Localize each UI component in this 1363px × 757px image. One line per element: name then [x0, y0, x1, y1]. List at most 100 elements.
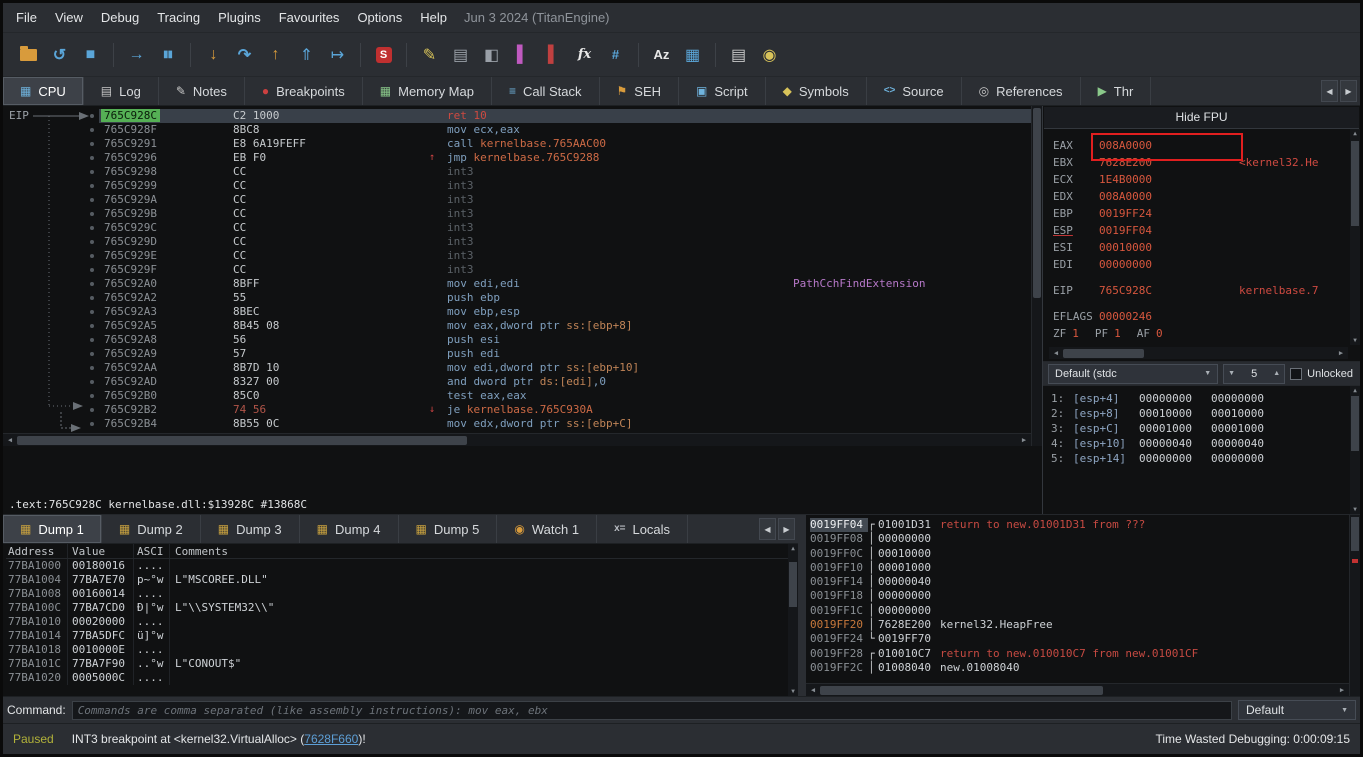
disasm-row[interactable]: 765C929FCCint3	[3, 263, 1042, 277]
scroll-thumb[interactable]	[1033, 108, 1041, 298]
modules-icon[interactable]: ▦	[679, 41, 706, 68]
disasm-vertical-scrollbar[interactable]	[1031, 106, 1042, 446]
menu-item-debug[interactable]: Debug	[92, 3, 148, 32]
dump-row[interactable]: 77BA100C77BA7CD0Đ|°wL"\\SYSTEM32\\"	[6, 601, 798, 615]
menu-item-help[interactable]: Help	[411, 3, 456, 32]
disasm-row[interactable]: 765C929BCCint3	[3, 207, 1042, 221]
clear-highlight-icon[interactable]: ▌	[540, 41, 567, 68]
execute-till-return-icon[interactable]: ↑	[262, 41, 289, 68]
menu-item-favourites[interactable]: Favourites	[270, 3, 349, 32]
menu-item-file[interactable]: File	[7, 3, 46, 32]
strings-icon[interactable]: Az	[648, 41, 675, 68]
disasm-row[interactable]: 765C92B48B55 0Cmov edx,dword ptr ss:[ebp…	[3, 417, 1042, 431]
stack-row[interactable]: 0019FF28┌010010C7return to new.010010C7 …	[810, 647, 1348, 661]
breakpoint-dot-icon[interactable]	[90, 128, 94, 132]
command-profile-dropdown[interactable]: Default ▼	[1238, 700, 1356, 720]
stack-row[interactable]: 0019FF04┌01001D31return to new.01001D31 …	[810, 518, 1348, 532]
menu-item-options[interactable]: Options	[348, 3, 411, 32]
scroll-thumb[interactable]	[1063, 349, 1144, 358]
dump-row[interactable]: 77BA100477BA7E70p~°wL"MSCOREE.DLL"	[6, 573, 798, 587]
disasm-row[interactable]: 765C92B085C0test eax,eax	[3, 389, 1042, 403]
scroll-thumb[interactable]	[789, 562, 797, 607]
calling-convention-dropdown[interactable]: Default (stdc ▼	[1048, 364, 1218, 384]
dump-row[interactable]: 77BA101C77BA7F90..°wL"CONOUT$"	[6, 657, 798, 671]
tab-symbols[interactable]: ◆Symbols	[766, 77, 867, 105]
register-row-ebx[interactable]: EBX7628E200<kernel32.He	[1053, 154, 1348, 171]
breakpoint-address-link[interactable]: 7628F660	[304, 732, 358, 746]
tab-references[interactable]: ◎References	[962, 77, 1081, 105]
breakpoint-dot-icon[interactable]	[90, 394, 94, 398]
scroll-thumb[interactable]	[17, 436, 467, 445]
stack-vertical-scrollbar[interactable]	[1349, 515, 1360, 696]
tab-breakpoints[interactable]: ●Breakpoints	[245, 77, 363, 105]
breakpoint-dot-icon[interactable]	[90, 198, 94, 202]
memory-regions-icon[interactable]: ◧	[478, 41, 505, 68]
menu-item-plugins[interactable]: Plugins	[209, 3, 270, 32]
register-row-esi[interactable]: ESI00010000	[1053, 239, 1348, 256]
tab-call-stack[interactable]: ≡Call Stack	[492, 77, 600, 105]
handles-icon[interactable]: ▤	[725, 41, 752, 68]
stack-row[interactable]: 0019FF2C│01008040new.01008040	[810, 661, 1348, 675]
disasm-row[interactable]: 765C92A957push edi	[3, 347, 1042, 361]
dump-row[interactable]: 77BA100000180016....	[6, 559, 798, 573]
stack-row[interactable]: 0019FF24└0019FF70	[810, 632, 1348, 646]
breakpoint-dot-icon[interactable]	[90, 142, 94, 146]
step-over-icon[interactable]: ↷	[231, 41, 258, 68]
register-row-edx[interactable]: EDX008A0000	[1053, 188, 1348, 205]
dump-row[interactable]: 77BA101477BA5DFCü]°w	[6, 629, 798, 643]
stack-row[interactable]: 0019FF0C│00010000	[810, 547, 1348, 561]
tab-seh[interactable]: ⚑SEH	[600, 77, 680, 105]
assemble-icon[interactable]: ✎	[416, 41, 443, 68]
register-row-eax[interactable]: EAX008A0000	[1053, 137, 1348, 154]
menu-item-tracing[interactable]: Tracing	[148, 3, 209, 32]
step-into-icon[interactable]: ↓	[200, 41, 227, 68]
tab-threads[interactable]: ▶Thr	[1081, 77, 1152, 105]
disasm-row[interactable]: 765C92A255push ebp	[3, 291, 1042, 305]
register-row-ebp[interactable]: EBP0019FF24	[1053, 205, 1348, 222]
breakpoint-dot-icon[interactable]	[90, 352, 94, 356]
register-row-ecx[interactable]: ECX1E4B0000	[1053, 171, 1348, 188]
disasm-row[interactable]: 765C92A08BFFmov edi,ediPathCchFindExtens…	[3, 277, 1042, 291]
breakpoint-dot-icon[interactable]	[90, 184, 94, 188]
scroll-left-icon[interactable]: ◀	[1049, 349, 1063, 357]
scroll-track[interactable]	[17, 435, 1017, 446]
disasm-row[interactable]: 765C929ECCint3	[3, 249, 1042, 263]
tab-script[interactable]: ▣Script	[679, 77, 766, 105]
open-file-icon[interactable]	[15, 41, 42, 68]
disasm-row[interactable]: 765C9291E8 6A19FEFFcall kernelbase.765AA…	[3, 137, 1042, 151]
dump-row[interactable]: 77BA101000020000....	[6, 615, 798, 629]
highlight-mode-icon[interactable]: ▌	[509, 41, 536, 68]
disasm-row[interactable]: 765C928F8BC8mov ecx,eax	[3, 123, 1042, 137]
breakpoint-dot-icon[interactable]	[90, 422, 94, 426]
pause-icon[interactable]: ▮▮	[154, 41, 181, 68]
tab-dump-4[interactable]: ▦Dump 4	[300, 515, 399, 543]
dump-tab-scroll-left-button[interactable]: ◀	[759, 518, 776, 540]
tab-watch-1[interactable]: ◉Watch 1	[497, 515, 597, 543]
breakpoint-dot-icon[interactable]	[90, 254, 94, 258]
dump-stack-splitter[interactable]	[798, 515, 806, 696]
scroll-thumb[interactable]	[820, 686, 1103, 695]
argument-row[interactable]: 4:[esp+10]0000004000000040	[1051, 436, 1348, 451]
breakpoint-dot-icon[interactable]	[90, 226, 94, 230]
tab-notes[interactable]: ✎Notes	[159, 77, 245, 105]
breakpoint-dot-icon[interactable]	[90, 268, 94, 272]
tab-log[interactable]: ▤Log	[84, 77, 159, 105]
registers-vertical-scrollbar[interactable]	[1350, 129, 1360, 345]
tab-locals[interactable]: x=Locals	[597, 515, 688, 543]
disasm-row[interactable]: 765C9298CCint3	[3, 165, 1042, 179]
scroll-left-icon[interactable]: ◀	[3, 436, 17, 444]
registers-horizontal-scrollbar[interactable]: ◀ ▶	[1049, 347, 1348, 359]
breakpoint-dot-icon[interactable]	[90, 240, 94, 244]
stack-row[interactable]: 0019FF08│00000000	[810, 532, 1348, 546]
register-row-esp[interactable]: ESP0019FF04	[1053, 222, 1348, 239]
breakpoint-dot-icon[interactable]	[90, 380, 94, 384]
tab-cpu[interactable]: ▦CPU	[3, 77, 84, 105]
argument-row[interactable]: 3:[esp+C]0000100000001000	[1051, 421, 1348, 436]
argument-row[interactable]: 2:[esp+8]0001000000010000	[1051, 406, 1348, 421]
spin-up-icon[interactable]: ▲	[1273, 370, 1280, 377]
tab-dump-2[interactable]: ▦Dump 2	[102, 515, 201, 543]
register-row-eip[interactable]: EIP765C928Ckernelbase.7	[1053, 282, 1348, 299]
breakpoint-dot-icon[interactable]	[90, 156, 94, 160]
crc-hash-icon[interactable]: #	[602, 41, 629, 68]
stack-row[interactable]: 0019FF1C│00000000	[810, 604, 1348, 618]
